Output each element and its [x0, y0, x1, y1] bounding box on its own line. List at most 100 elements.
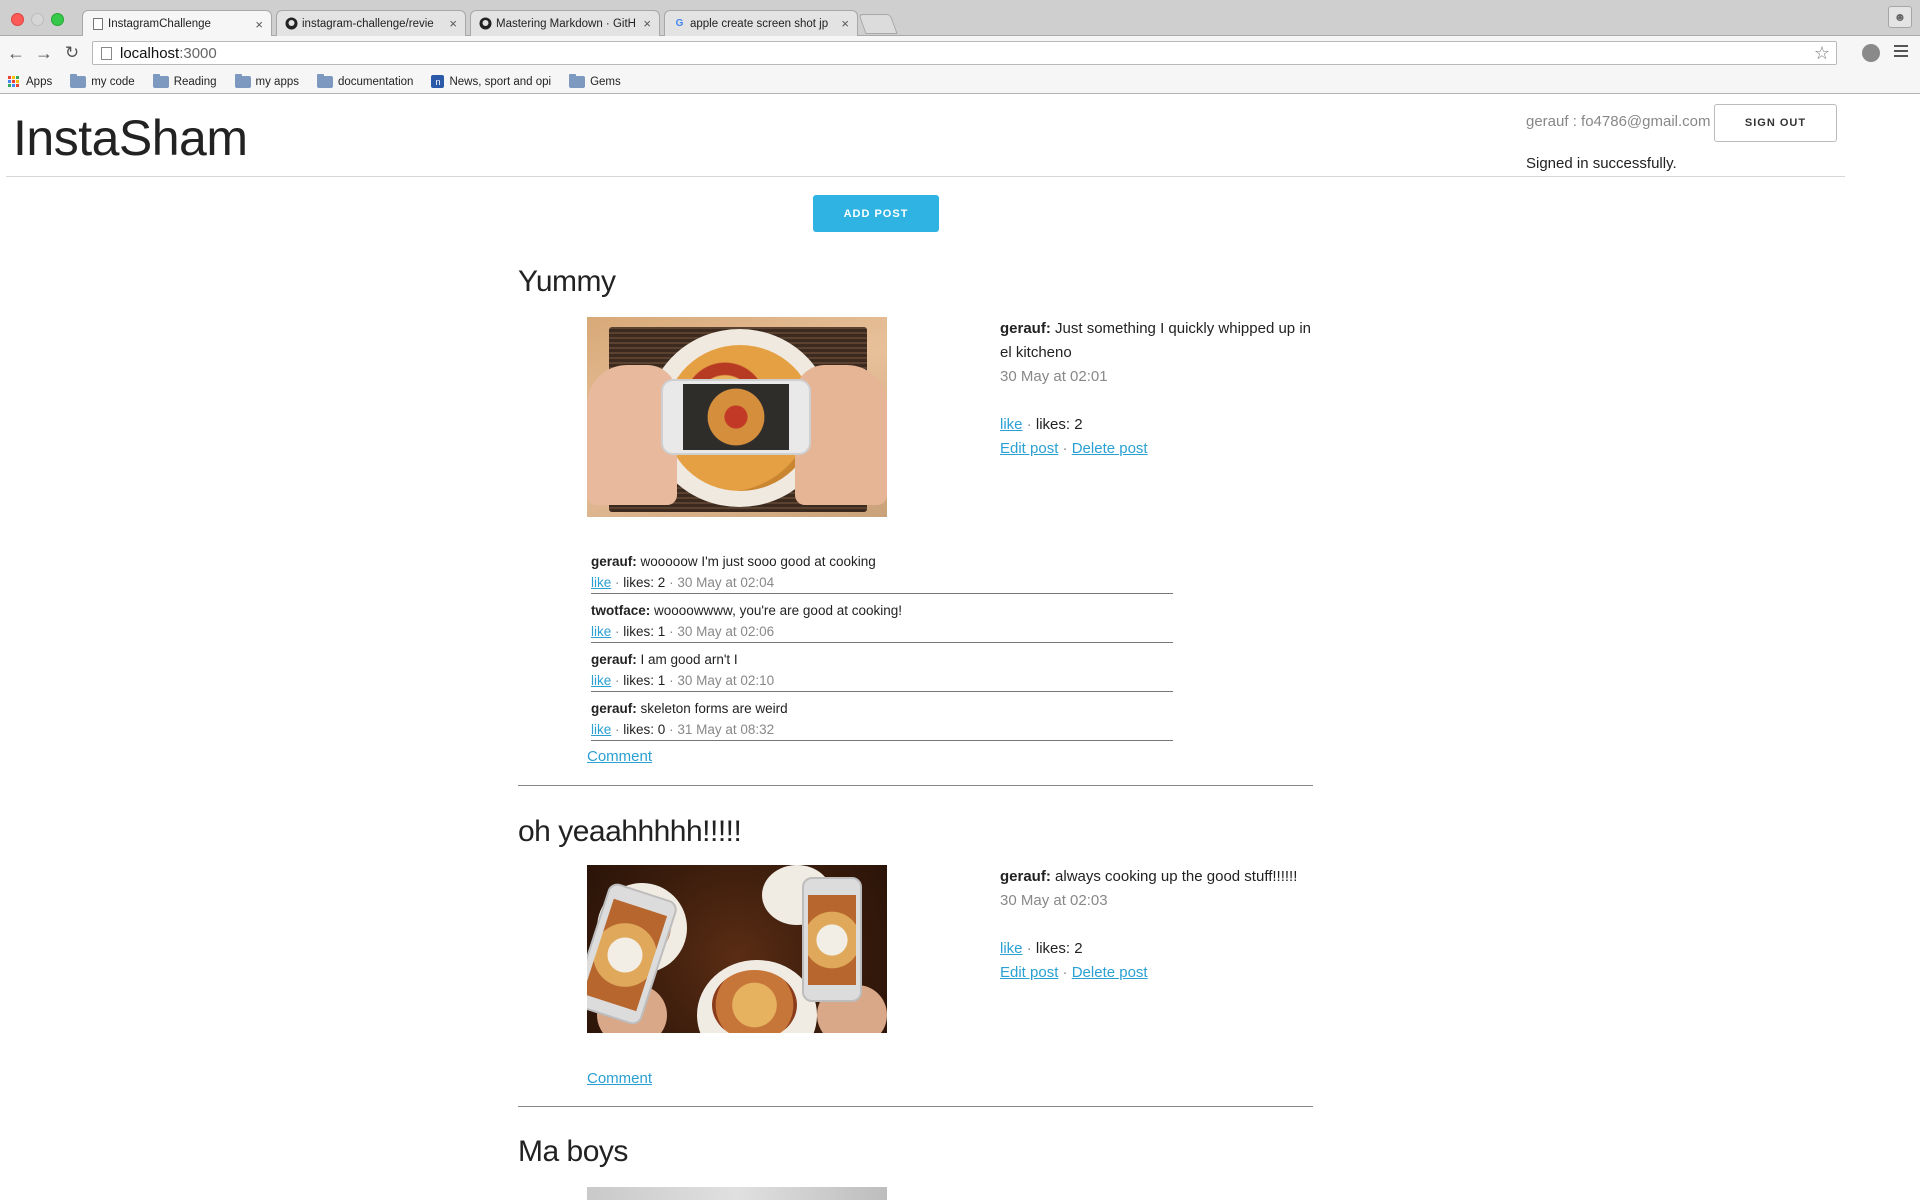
like-link[interactable]: like	[1000, 416, 1023, 433]
delete-post-link[interactable]: Delete post	[1072, 440, 1148, 457]
post-image[interactable]	[587, 317, 887, 517]
tab-title: Mastering Markdown · GitH	[496, 17, 636, 30]
caption-text: always cooking up the good stuff!!!!!!	[1055, 868, 1298, 885]
google-icon: G	[675, 18, 684, 29]
comment-date: 31 May at 08:32	[677, 722, 775, 737]
url-port: :3000	[179, 44, 217, 62]
page-content: InstaSham gerauf : fo4786@gmail.com SIGN…	[0, 95, 1920, 1200]
likes-count: likes: 2	[1035, 416, 1083, 433]
bookmark-label: Gems	[590, 75, 621, 88]
bookmark-my-apps[interactable]: my apps	[234, 73, 299, 88]
comment-like-link[interactable]: like	[591, 575, 611, 590]
bookmark-label: Apps	[26, 75, 53, 88]
folder-icon	[569, 73, 586, 88]
bookmark-label: Reading	[173, 75, 217, 88]
comment-likes: likes: 2	[623, 575, 666, 590]
window-close-button[interactable]	[11, 13, 24, 26]
likes-count: likes: 2	[1035, 940, 1083, 957]
tab-apple-screenshot-search[interactable]: G apple create screen shot jp ×	[664, 10, 858, 36]
comment-like-link[interactable]: like	[591, 624, 611, 639]
bookmark-gems[interactable]: Gems	[569, 73, 621, 88]
tab-title: InstagramChallenge	[108, 18, 211, 30]
post-meta: gerauf: always cooking up the good stuff…	[1000, 865, 1320, 985]
forward-arrow-icon[interactable]: →	[33, 42, 55, 64]
post-image[interactable]	[587, 865, 887, 1033]
extension-icon[interactable]	[1862, 44, 1880, 62]
new-tab-button[interactable]	[858, 14, 898, 34]
comment-likes: likes: 1	[623, 673, 666, 688]
browser-tab-bar: InstagramChallenge × instagram-challenge…	[0, 0, 1920, 37]
add-post-button[interactable]: ADD POST	[813, 195, 939, 232]
tab-close-icon[interactable]: ×	[255, 17, 263, 32]
page-icon	[91, 18, 104, 31]
post-author: gerauf:	[1000, 320, 1051, 337]
comment-item: gerauf: skeleton forms are weird like · …	[591, 692, 1173, 741]
github-icon	[285, 17, 298, 30]
tab-instagram-challenge[interactable]: InstagramChallenge ×	[82, 10, 272, 37]
post-author: gerauf:	[1000, 868, 1051, 885]
post-caption: gerauf: always cooking up the good stuff…	[1000, 865, 1320, 889]
separator: ·	[669, 673, 674, 688]
comment-text: wooooow I'm just sooo good at cooking	[640, 554, 876, 569]
bookmarks-bar: Apps my code Reading my apps documentati…	[0, 70, 1920, 94]
separator: ·	[1026, 940, 1032, 957]
tab-instagram-challenge-review[interactable]: instagram-challenge/revie ×	[276, 10, 466, 36]
post-card: Ma boys	[518, 1135, 1313, 1200]
tab-close-icon[interactable]: ×	[841, 16, 849, 31]
post-date: 30 May at 02:03	[1000, 892, 1108, 909]
separator: ·	[669, 624, 674, 639]
tab-mastering-markdown[interactable]: Mastering Markdown · GitH ×	[470, 10, 660, 36]
bookmark-my-code[interactable]: my code	[70, 73, 135, 88]
tab-title: instagram-challenge/revie	[302, 17, 434, 30]
bookmark-news[interactable]: n News, sport and opi	[431, 75, 551, 88]
browser-toolbar: ← → ↻ localhost:3000 ☆	[0, 36, 1920, 70]
back-arrow-icon[interactable]: ←	[5, 42, 27, 64]
separator: ·	[669, 575, 674, 590]
post-meta: gerauf: Just something I quickly whipped…	[1000, 317, 1320, 461]
bookmark-label: News, sport and opi	[449, 75, 552, 88]
comment-likes: likes: 1	[623, 624, 666, 639]
edit-post-link[interactable]: Edit post	[1000, 440, 1058, 457]
comment-date: 30 May at 02:04	[677, 575, 775, 590]
bookmark-label: my code	[91, 75, 135, 88]
comment-date: 30 May at 02:06	[677, 624, 775, 639]
address-bar[interactable]: localhost:3000 ☆	[92, 41, 1837, 65]
comment-author: twotface:	[591, 603, 651, 618]
comment-link[interactable]: Comment	[587, 1070, 652, 1087]
post-card: Yummy gerauf: Just something I quickly w…	[518, 265, 1313, 887]
delete-post-link[interactable]: Delete post	[1072, 964, 1148, 981]
header-divider	[6, 176, 1845, 177]
comments-list: gerauf: wooooow I'm just sooo good at co…	[591, 545, 1173, 741]
bookmark-reading[interactable]: Reading	[152, 73, 217, 88]
folder-icon	[152, 73, 169, 88]
post-divider	[518, 785, 1313, 786]
profile-icon[interactable]: ☻	[1888, 6, 1912, 28]
menu-icon[interactable]	[1894, 45, 1908, 59]
post-image[interactable]	[587, 1187, 887, 1200]
bookmark-star-icon[interactable]: ☆	[1814, 43, 1830, 64]
bookmark-documentation[interactable]: documentation	[317, 73, 414, 88]
sign-out-button[interactable]: SIGN OUT	[1714, 104, 1837, 142]
edit-post-link[interactable]: Edit post	[1000, 964, 1058, 981]
reload-icon[interactable]: ↻	[61, 42, 83, 64]
comment-item: twotface: woooowwww, you're are good at …	[591, 594, 1173, 643]
tab-close-icon[interactable]: ×	[449, 16, 457, 31]
apps-grid-icon	[8, 75, 20, 88]
comment-likes: likes: 0	[623, 722, 666, 737]
folder-icon	[234, 73, 251, 88]
bookmark-apps[interactable]: Apps	[8, 75, 53, 88]
bookmark-label: documentation	[338, 75, 414, 88]
comment-author: gerauf:	[591, 652, 637, 667]
like-link[interactable]: like	[1000, 940, 1023, 957]
separator: ·	[669, 722, 674, 737]
comment-like-link[interactable]: like	[591, 673, 611, 688]
window-minimize-button[interactable]	[31, 13, 44, 26]
separator: ·	[615, 624, 620, 639]
site-logo[interactable]: InstaSham	[13, 109, 248, 167]
comment-like-link[interactable]: like	[591, 722, 611, 737]
comment-item: gerauf: wooooow I'm just sooo good at co…	[591, 545, 1173, 594]
comment-link[interactable]: Comment	[587, 748, 652, 765]
tab-title: apple create screen shot jp	[690, 17, 829, 30]
tab-close-icon[interactable]: ×	[643, 16, 651, 31]
window-maximize-button[interactable]	[51, 13, 64, 26]
